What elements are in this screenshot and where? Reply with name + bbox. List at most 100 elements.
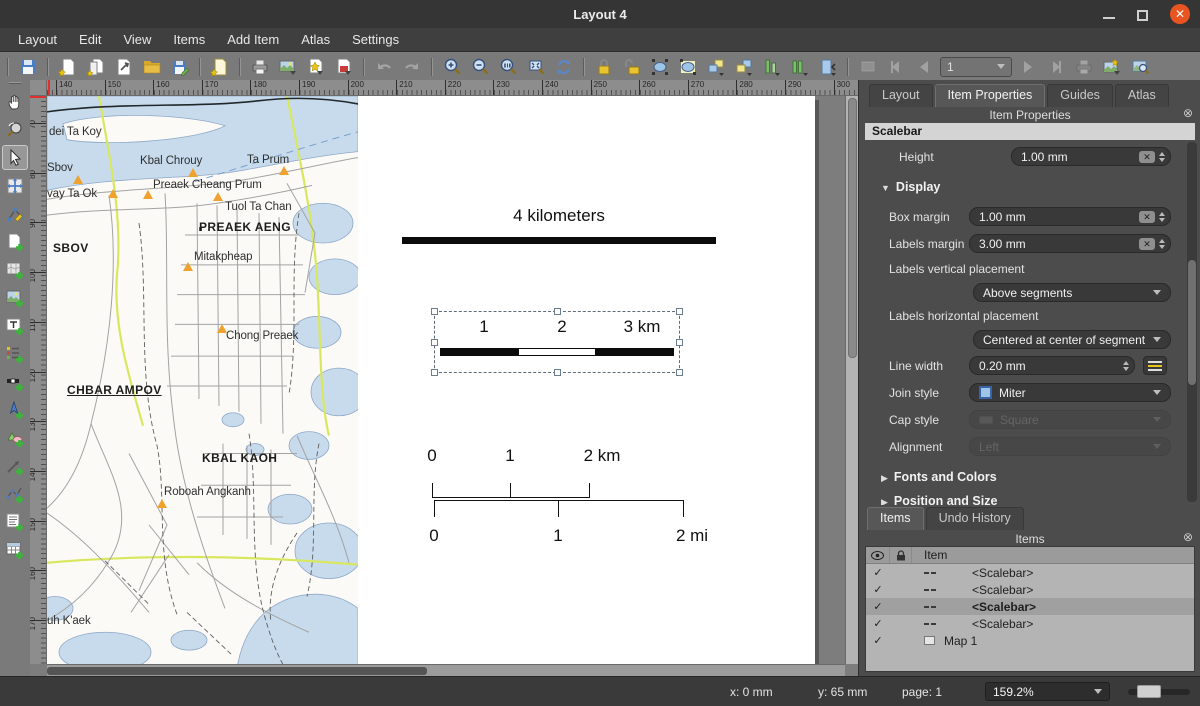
labels-horizontal-combobox[interactable]: Centered at center of segment: [973, 330, 1171, 349]
menu-item[interactable]: Layout: [8, 30, 67, 49]
menu-item[interactable]: Settings: [342, 30, 409, 49]
panel-tab[interactable]: Atlas: [1115, 84, 1169, 107]
join-style-combobox[interactable]: Miter: [969, 383, 1171, 402]
panel-tab[interactable]: Guides: [1047, 84, 1113, 107]
toolbar-grip[interactable]: [9, 82, 21, 84]
add-map-tool[interactable]: [2, 257, 28, 282]
panel-tab[interactable]: Item Properties: [935, 84, 1046, 107]
raise-items-icon[interactable]: [704, 55, 728, 79]
export-pdf-icon[interactable]: [332, 55, 356, 79]
selection-handle[interactable]: [676, 369, 683, 376]
zoom-full-icon[interactable]: [524, 55, 548, 79]
menu-item[interactable]: Items: [163, 30, 215, 49]
canvas-horizontal-scrollbar[interactable]: [47, 664, 845, 676]
scrollbar-thumb[interactable]: [848, 98, 857, 358]
align-items-icon[interactable]: [760, 55, 784, 79]
next-feature-icon[interactable]: [1016, 55, 1040, 79]
clear-value-icon[interactable]: ✕: [1139, 151, 1155, 163]
display-group-header[interactable]: ▼Display: [881, 180, 940, 194]
redo-icon[interactable]: [400, 55, 424, 79]
duplicate-layout-icon[interactable]: [84, 55, 108, 79]
item-row[interactable]: ✓ <Scalebar>: [866, 615, 1194, 632]
clear-value-icon[interactable]: ✕: [1139, 211, 1155, 223]
print-atlas-icon[interactable]: [1072, 55, 1096, 79]
items-panel-tab[interactable]: Items: [867, 507, 924, 530]
scalebar-line-label[interactable]: 4 kilometers: [402, 206, 716, 226]
cap-style-combobox[interactable]: Square: [969, 410, 1171, 429]
new-layout-icon[interactable]: [56, 55, 80, 79]
spinner-arrows-icon[interactable]: [1159, 152, 1165, 162]
spinner-arrows-icon[interactable]: [1123, 361, 1129, 371]
canvas-vertical-scrollbar[interactable]: [845, 96, 858, 664]
maximize-icon[interactable]: [1137, 10, 1148, 21]
scalebar-mi-item[interactable]: [434, 500, 684, 516]
box-margin-spinbox[interactable]: 1.00 mm ✕: [969, 207, 1171, 226]
undo-icon[interactable]: [372, 55, 396, 79]
lower-items-icon[interactable]: [732, 55, 756, 79]
export-svg-icon[interactable]: [304, 55, 328, 79]
pan-tool[interactable]: [2, 89, 28, 114]
selection-handle[interactable]: [554, 308, 561, 315]
layout-canvas[interactable]: dei Ta KoySbovvay Ta OkKbal ChrouyTa Pru…: [47, 96, 845, 664]
visibility-checkbox[interactable]: ✓: [866, 600, 890, 613]
selection-handle[interactable]: [676, 339, 683, 346]
clear-value-icon[interactable]: ✕: [1139, 238, 1155, 250]
save-as-template-icon[interactable]: [168, 55, 192, 79]
add-legend-tool[interactable]: [2, 341, 28, 366]
selection-handle[interactable]: [431, 339, 438, 346]
zoom-tool[interactable]: [2, 117, 28, 142]
visibility-checkbox[interactable]: ✓: [866, 583, 890, 596]
lock-items-icon[interactable]: [592, 55, 616, 79]
menu-item[interactable]: Atlas: [291, 30, 340, 49]
menu-item[interactable]: Edit: [69, 30, 111, 49]
selection-handle[interactable]: [554, 369, 561, 376]
move-content-tool[interactable]: [2, 173, 28, 198]
previous-feature-icon[interactable]: [912, 55, 936, 79]
add-node-item-tool[interactable]: [2, 481, 28, 506]
height-spinbox[interactable]: 1.00 mm ✕: [1011, 147, 1171, 166]
resize-items-icon[interactable]: [816, 55, 840, 79]
map-item[interactable]: dei Ta KoySbovvay Ta OkKbal ChrouyTa Pru…: [47, 96, 358, 664]
data-defined-override-button[interactable]: [1143, 356, 1167, 375]
menu-item[interactable]: View: [113, 30, 161, 49]
print-layout-icon[interactable]: [248, 55, 272, 79]
panel-scrollbar[interactable]: [1187, 142, 1197, 502]
preview-atlas-icon[interactable]: [856, 55, 880, 79]
refresh-icon[interactable]: [552, 55, 576, 79]
add-north-arrow-tool[interactable]: [2, 397, 28, 422]
selection-handle[interactable]: [431, 308, 438, 315]
scrollbar-thumb[interactable]: [1188, 260, 1196, 385]
close-icon[interactable]: ✕: [1170, 4, 1190, 24]
export-image-icon[interactable]: [276, 55, 300, 79]
add-scalebar-tool[interactable]: [2, 369, 28, 394]
visibility-checkbox[interactable]: ✓: [866, 634, 890, 647]
add-attribute-table-tool[interactable]: [2, 537, 28, 562]
unlock-items-icon[interactable]: [620, 55, 644, 79]
labels-vertical-combobox[interactable]: Above segments: [973, 283, 1171, 302]
add-pages-icon[interactable]: [208, 55, 232, 79]
scrollbar-thumb[interactable]: [47, 667, 427, 675]
atlas-page-combobox[interactable]: 1: [940, 57, 1012, 77]
first-feature-icon[interactable]: [884, 55, 908, 79]
export-atlas-icon[interactable]: [1100, 55, 1124, 79]
add-html-tool[interactable]: [2, 509, 28, 534]
spinner-arrows-icon[interactable]: [1159, 239, 1165, 249]
selection-handle[interactable]: [431, 369, 438, 376]
zoom-in-icon[interactable]: [440, 55, 464, 79]
open-layout-icon[interactable]: [140, 55, 164, 79]
scalebar-selected-item[interactable]: 123 km: [434, 311, 680, 373]
add-shape-tool[interactable]: [2, 425, 28, 450]
last-feature-icon[interactable]: [1044, 55, 1068, 79]
add-page-tool[interactable]: [2, 229, 28, 254]
item-row[interactable]: ✓ Map 1: [866, 632, 1194, 649]
zoom-level-combobox[interactable]: 159.2%: [985, 682, 1110, 701]
layout-manager-icon[interactable]: [112, 55, 136, 79]
alignment-combobox[interactable]: Left: [969, 437, 1171, 456]
zoom-out-icon[interactable]: [468, 55, 492, 79]
add-label-tool[interactable]: [2, 313, 28, 338]
scalebar-line-bar[interactable]: [402, 237, 716, 244]
position-size-group-header[interactable]: ▶Position and Size: [881, 494, 997, 505]
atlas-settings-icon[interactable]: [1128, 55, 1152, 79]
add-arrow-tool[interactable]: [2, 453, 28, 478]
visibility-checkbox[interactable]: ✓: [866, 617, 890, 630]
